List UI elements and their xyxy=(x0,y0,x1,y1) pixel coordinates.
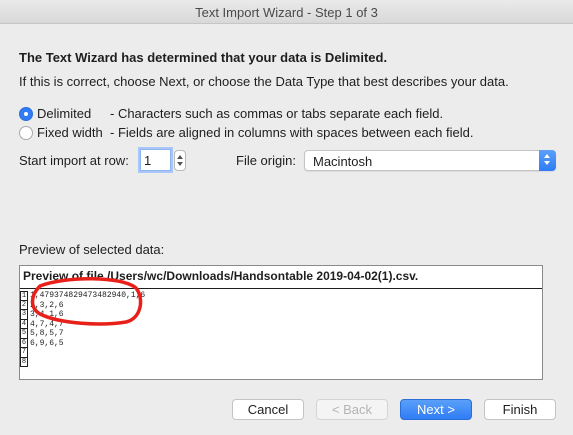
preview-row: 6 6,9,6,5 xyxy=(20,338,542,348)
intro-heading: The Text Wizard has determined that your… xyxy=(19,50,388,65)
start-row-input[interactable] xyxy=(140,149,171,171)
stepper-up-arrow-icon[interactable] xyxy=(177,155,183,159)
preview-row-content: 5,8,5,7 xyxy=(30,329,64,338)
preview-row: 1 1,479374829473482940,1,6 xyxy=(20,291,542,301)
radio-fixed-width-button[interactable] xyxy=(19,126,33,140)
preview-row: 8 xyxy=(20,357,542,367)
preview-row-number: 1 xyxy=(20,291,28,301)
preview-row-number: 3 xyxy=(20,310,28,320)
preview-row: 2 2,3,2,6 xyxy=(20,300,542,310)
preview-row-content: 2,3,2,6 xyxy=(30,300,64,310)
start-row-stepper[interactable] xyxy=(174,150,186,171)
preview-row-number: 8 xyxy=(20,357,28,367)
preview-row-number: 6 xyxy=(20,338,28,348)
preview-row-content: 3,4,1,6 xyxy=(30,310,64,319)
preview-row-number: 2 xyxy=(20,300,28,310)
preview-row: 4 4,7,4,7 xyxy=(20,319,542,329)
select-chevron-icon[interactable] xyxy=(539,150,556,171)
intro-subtext: If this is correct, choose Next, or choo… xyxy=(19,74,509,89)
radio-delimited-description: - Characters such as commas or tabs sepa… xyxy=(110,106,444,121)
preview-row: 5 5,8,5,7 xyxy=(20,329,542,339)
radio-fixed-width-description: - Fields are aligned in columns with spa… xyxy=(110,125,474,140)
radio-delimited-label[interactable]: Delimited xyxy=(37,106,91,121)
file-origin-value: Macintosh xyxy=(313,154,373,169)
stepper-down-arrow-icon[interactable] xyxy=(177,162,183,166)
start-row-label: Start import at row: xyxy=(19,153,129,168)
file-origin-select[interactable]: Macintosh xyxy=(304,150,556,171)
file-origin-label: File origin: xyxy=(236,153,296,168)
preview-row-content: 4,7,4,7 xyxy=(30,319,64,329)
radio-fixed-width-label[interactable]: Fixed width xyxy=(37,125,103,140)
preview-label: Preview of selected data: xyxy=(19,242,165,257)
preview-row-content: 6,9,6,5 xyxy=(30,338,64,348)
preview-row-number: 7 xyxy=(20,348,28,358)
finish-button[interactable]: Finish xyxy=(484,399,556,420)
back-button[interactable]: < Back xyxy=(316,399,388,420)
window-title: Text Import Wizard - Step 1 of 3 xyxy=(195,5,378,20)
cancel-button[interactable]: Cancel xyxy=(232,399,304,420)
preview-row-content: 1,479374829473482940,1,6 xyxy=(30,291,146,300)
preview-row-number: 4 xyxy=(20,319,28,329)
preview-row: 3 3,4,1,6 xyxy=(20,310,542,320)
preview-row-number: 5 xyxy=(20,329,28,339)
preview-header-text: Preview of file /Users/wc/Downloads/Hand… xyxy=(23,269,419,283)
preview-rows: 1 1,479374829473482940,1,6 2 2,3,2,6 3 3… xyxy=(20,291,542,367)
next-button[interactable]: Next > xyxy=(400,399,472,420)
preview-pane[interactable]: Preview of file /Users/wc/Downloads/Hand… xyxy=(19,265,543,380)
preview-header: Preview of file /Users/wc/Downloads/Hand… xyxy=(20,266,542,289)
window-titlebar: Text Import Wizard - Step 1 of 3 xyxy=(0,0,573,24)
preview-row: 7 xyxy=(20,348,542,358)
radio-delimited-button[interactable] xyxy=(19,107,33,121)
